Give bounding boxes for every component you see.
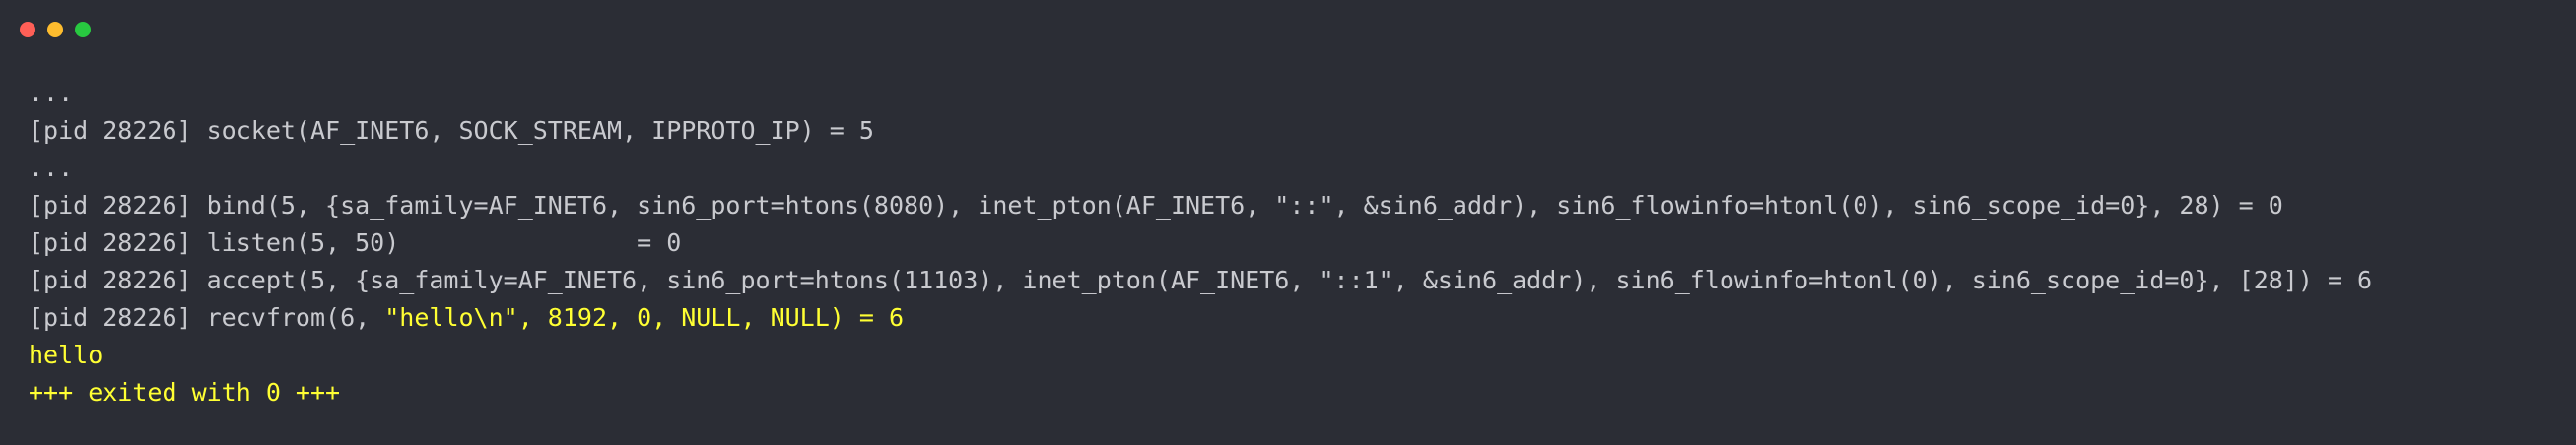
terminal-text-segment: +++ exited with 0 +++ bbox=[29, 378, 341, 407]
terminal-output: ... [pid 28226] socket(AF_INET6, SOCK_STR… bbox=[29, 75, 2556, 412]
maximize-window-icon[interactable] bbox=[75, 22, 91, 37]
terminal-line: [pid 28226] listen(5, 50) = 0 bbox=[29, 224, 2556, 262]
terminal-line: hello bbox=[29, 337, 2556, 374]
terminal-line: [pid 28226] accept(5, {sa_family=AF_INET… bbox=[29, 262, 2556, 299]
terminal-line: +++ exited with 0 +++ bbox=[29, 374, 2556, 412]
terminal-text-segment: "hello\n", 8192, 0, NULL, NULL) = 6 bbox=[384, 303, 905, 332]
window-titlebar bbox=[0, 0, 2576, 59]
terminal-line: [pid 28226] bind(5, {sa_family=AF_INET6,… bbox=[29, 187, 2556, 224]
terminal-text-segment: hello bbox=[29, 341, 103, 369]
terminal-text-segment: [pid 28226] socket(AF_INET6, SOCK_STREAM… bbox=[29, 116, 874, 145]
close-window-icon[interactable] bbox=[20, 22, 35, 37]
terminal-text-segment: [pid 28226] bind(5, {sa_family=AF_INET6,… bbox=[29, 191, 2283, 220]
terminal-text-segment: ... bbox=[29, 79, 74, 107]
terminal-text-segment: [pid 28226] accept(5, {sa_family=AF_INET… bbox=[29, 266, 2373, 294]
terminal-text-segment: [pid 28226] recvfrom(6, bbox=[29, 303, 385, 332]
terminal-line: ... bbox=[29, 150, 2556, 187]
terminal-text-segment: [pid 28226] listen(5, 50) = 0 bbox=[29, 228, 682, 257]
terminal-window: ... [pid 28226] socket(AF_INET6, SOCK_STR… bbox=[0, 0, 2576, 445]
terminal-line: [pid 28226] recvfrom(6, "hello\n", 8192,… bbox=[29, 299, 2556, 337]
terminal-line: [pid 28226] socket(AF_INET6, SOCK_STREAM… bbox=[29, 112, 2556, 150]
terminal-line: ... bbox=[29, 75, 2556, 112]
terminal-text-segment: ... bbox=[29, 154, 74, 182]
minimize-window-icon[interactable] bbox=[47, 22, 63, 37]
